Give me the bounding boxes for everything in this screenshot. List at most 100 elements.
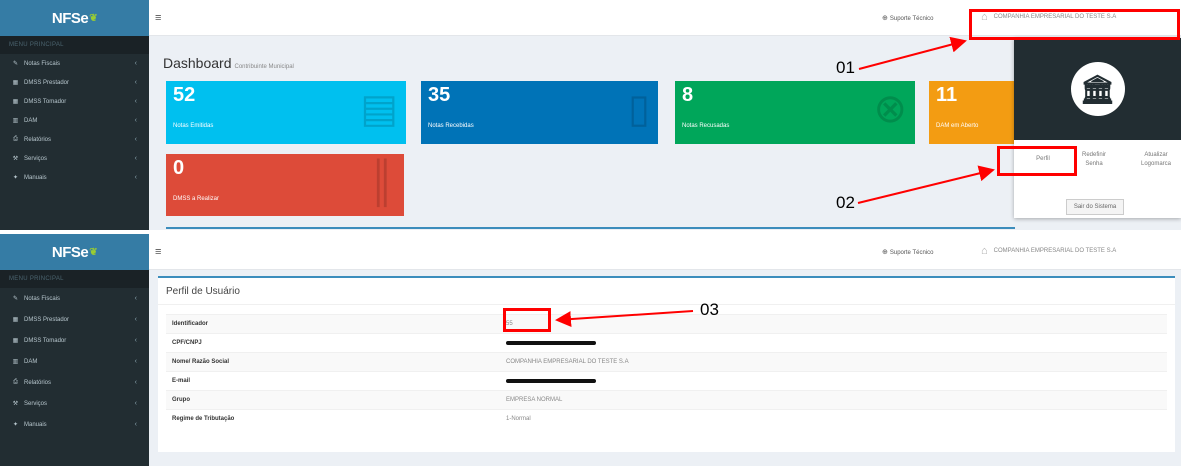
chevron-left-icon: ‹ — [134, 155, 137, 162]
sidebar: NFSe ❦ MENU PRINCIPAL ✎ Notas Fiscais ‹ ▦ DM… — [0, 0, 149, 230]
book-icon: ✦ — [12, 175, 19, 181]
arrow-02 — [857, 165, 995, 204]
chevron-left-icon: ‹ — [134, 337, 137, 344]
sidebar-item-dam[interactable]: ▥ DAM ‹ — [0, 351, 149, 372]
title-divider — [158, 304, 1175, 305]
logout-button[interactable]: Sair do Sistema — [1066, 199, 1124, 215]
chevron-left-icon: ‹ — [134, 400, 137, 407]
row-key: CPF/CNPJ — [172, 340, 202, 346]
sidebar-item-manuais[interactable]: ✦ Manuais ‹ — [0, 414, 149, 435]
chevron-left-icon: ‹ — [134, 117, 137, 124]
tile-label: DAM em Aberto — [936, 123, 979, 129]
tile-dmss-a-realizar[interactable]: 0 DMSS a Realizar ║ — [166, 154, 404, 216]
tile-dam-em-aberto[interactable]: 11 DAM em Aberto — [929, 81, 1015, 144]
app-logo[interactable]: NFSe ❦ — [0, 0, 149, 36]
tile-notas-recusadas[interactable]: 8 Notas Recusadas ⊗ — [675, 81, 915, 144]
row-key: Grupo — [172, 397, 190, 403]
leaf-icon: ❦ — [89, 246, 98, 258]
chevron-left-icon: ‹ — [134, 60, 137, 67]
sidebar-item-label: DMSS Tomador — [24, 337, 67, 344]
annotation-label-01: 01 — [836, 58, 855, 77]
sidebar-item-dmss-tomador[interactable]: ▦ DMSS Tomador ‹ — [0, 330, 149, 351]
row-key: Regime de Tributação — [172, 416, 235, 422]
document-icon: ▤ — [360, 87, 398, 131]
arrow-01 — [858, 36, 967, 70]
sidebar-item-label: DAM — [24, 358, 38, 365]
redefinir-senha-link[interactable]: Redefinir Senha — [1076, 151, 1112, 169]
sidebar-item-label: DAM — [24, 117, 38, 124]
globe-icon: ⊕ — [882, 15, 888, 22]
tile-notas-recebidas[interactable]: 35 Notas Recebidas ▯ — [421, 81, 658, 144]
sidebar-item-notas-fiscais[interactable]: ✎ Notas Fiscais ‹ — [0, 54, 149, 73]
chevron-left-icon: ‹ — [134, 79, 137, 86]
tile-label: DMSS a Realizar — [173, 196, 220, 202]
sidebar-item-dmss-prestador[interactable]: ▦ DMSS Prestador ‹ — [0, 73, 149, 92]
support-link[interactable]: ⊕ Suporte Técnico — [882, 14, 933, 22]
print-icon: ⎙ — [13, 136, 18, 142]
chevron-left-icon: ‹ — [134, 136, 137, 143]
company-name: COMPANHIA EMPRESARIAL DO TESTE S.A — [993, 248, 1117, 254]
annotation-label-02: 02 — [836, 193, 855, 212]
row-key: Identificador — [172, 321, 209, 327]
sidebar-item-relatorios[interactable]: ⎙ Relatórios ‹ — [0, 372, 149, 393]
atualizar-logomarca-link[interactable]: Atualizar Logomarca — [1134, 151, 1178, 169]
row-value: EMPRESA NORMAL — [506, 397, 563, 403]
sidebar-item-label: DMSS Prestador — [24, 316, 70, 323]
sidebar-item-servicos[interactable]: ⚒ Serviços ‹ — [0, 149, 149, 168]
grid-icon: ▦ — [12, 99, 19, 105]
row-value: 1-Normal — [506, 416, 531, 422]
highlight-box-company — [969, 9, 1180, 40]
chevron-left-icon: ‹ — [134, 379, 137, 386]
tile-label: Notas Recebidas — [428, 123, 474, 129]
profile-title: Perfil de Usuário — [166, 286, 240, 297]
row-value: COMPANHIA EMPRESARIAL DO TESTE S.A — [506, 359, 629, 365]
leaf-icon: ❦ — [89, 12, 98, 24]
user-dropdown-menu: 🏛 Perfil Redefinir Senha Atualizar Logom… — [1014, 38, 1181, 218]
notes-icon: ✎ — [12, 61, 19, 67]
dashboard-screenshot: NFSe ❦ MENU PRINCIPAL ✎ Notas Fiscais ‹ ▦ DM… — [0, 0, 1181, 230]
book-icon: ✦ — [12, 422, 19, 428]
bank-icon: ⌂ — [981, 245, 988, 257]
hamburger-menu-icon[interactable]: ≡ — [155, 246, 161, 258]
sidebar-item-notas-fiscais[interactable]: ✎ Notas Fiscais ‹ — [0, 288, 149, 309]
sidebar-item-servicos[interactable]: ⚒ Serviços ‹ — [0, 393, 149, 414]
tile-count: 0 — [173, 157, 185, 179]
table-row: Regime de Tributação 1-Normal — [166, 409, 1167, 428]
sidebar-item-dmss-prestador[interactable]: ▦ DMSS Prestador ‹ — [0, 309, 149, 330]
support-link[interactable]: ⊕ Suporte Técnico — [882, 248, 933, 256]
sidebar: NFSe ❦ MENU PRINCIPAL ✎ Notas Fiscais ‹ ▦ DM… — [0, 234, 149, 466]
row-key: Nome/ Razão Social — [172, 359, 230, 365]
company-menu[interactable]: ⌂ COMPANHIA EMPRESARIAL DO TESTE S.A — [981, 245, 1116, 257]
chevron-left-icon: ‹ — [134, 358, 137, 365]
tile-count: 8 — [682, 84, 694, 106]
cancel-circle-icon: ⊗ — [873, 87, 907, 131]
grid-icon: ▦ — [12, 338, 19, 344]
row-key: E-mail — [172, 378, 191, 384]
sidebar-item-label: Serviços — [24, 400, 48, 407]
tools-icon: ⚒ — [12, 156, 19, 162]
dashboard-title: Dashboard — [163, 55, 232, 71]
document-icon: ▯ — [627, 87, 650, 131]
sidebar-item-manuais[interactable]: ✦ Manuais ‹ — [0, 168, 149, 187]
print-icon: ⎙ — [13, 379, 18, 385]
support-label: Suporte Técnico — [889, 250, 934, 256]
sidebar-item-dam[interactable]: ▥ DAM ‹ — [0, 111, 149, 130]
sidebar-item-label: Relatórios — [24, 379, 52, 386]
page-title: Dashboard Contribuinte Municipal — [163, 55, 294, 71]
app-logo[interactable]: NFSe ❦ — [0, 234, 149, 270]
table-row: CPF/CNPJ — [166, 333, 1167, 352]
hamburger-menu-icon[interactable]: ≡ — [155, 12, 161, 24]
tile-notas-emitidas[interactable]: 52 Notas Emitidas ▤ — [166, 81, 406, 144]
tile-label: Notas Recusadas — [682, 123, 730, 129]
tile-count: 11 — [936, 84, 958, 106]
grid-icon: ▦ — [12, 80, 19, 86]
grid-icon: ▦ — [12, 317, 19, 323]
sidebar-item-dmss-tomador[interactable]: ▦ DMSS Tomador ‹ — [0, 92, 149, 111]
logo-text: NFSe — [51, 243, 89, 261]
sidebar-item-relatorios[interactable]: ⎙ Relatórios ‹ — [0, 130, 149, 149]
top-navbar: ≡ ⊕ Suporte Técnico ⌂ COMPANHIA EMPRESARIA… — [149, 234, 1181, 270]
chevron-left-icon: ‹ — [134, 174, 137, 181]
redacted-value — [506, 379, 596, 383]
content-divider — [166, 227, 1015, 229]
sidebar-item-label: Relatórios — [24, 136, 52, 143]
